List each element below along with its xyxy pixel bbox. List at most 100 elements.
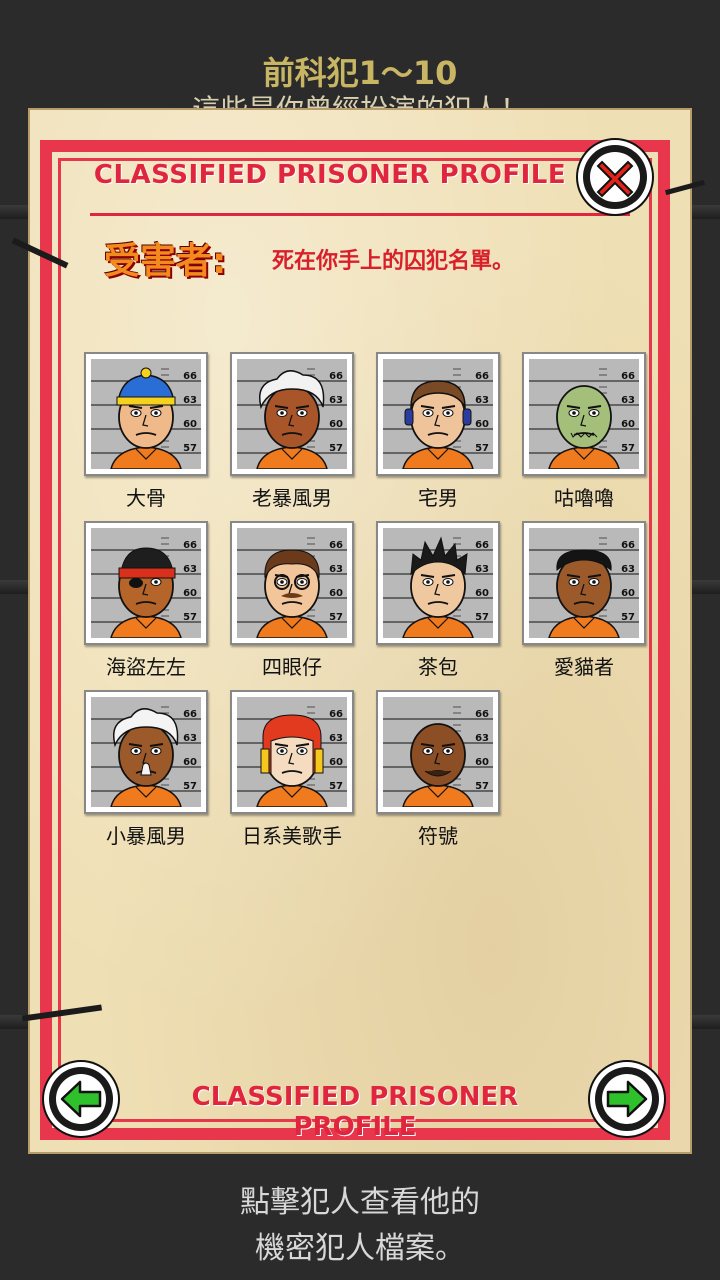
prisoner-card[interactable]: 66 63 60 57 咕嚕嚕 [522, 352, 646, 510]
svg-text:60: 60 [329, 757, 343, 768]
mugshot-portrait: 66 63 60 57 [91, 697, 201, 807]
prisoner-mugshot[interactable]: 66 63 60 57 [522, 521, 646, 645]
prisoner-name: 宅男 [418, 486, 458, 510]
header-divider [90, 213, 630, 216]
prisoner-mugshot[interactable]: 66 63 60 57 [84, 521, 208, 645]
svg-text:63: 63 [329, 733, 343, 744]
svg-text:60: 60 [475, 419, 489, 430]
mugshot-portrait: 66 63 60 57 [237, 528, 347, 638]
page-subtitle: 這些是你曾經扮演的犯人！ [191, 93, 528, 110]
svg-text:66: 66 [183, 709, 197, 720]
prisoner-mugshot[interactable]: 66 63 60 57 [230, 690, 354, 814]
instruction-text: 點擊犯人查看他的 機密犯人檔案。 [0, 1180, 720, 1272]
svg-text:63: 63 [329, 564, 343, 575]
mugshot-portrait: 66 63 60 57 [91, 359, 201, 469]
svg-text:63: 63 [183, 395, 197, 406]
svg-text:60: 60 [183, 757, 197, 768]
svg-text:63: 63 [475, 395, 489, 406]
instruction-line-1: 點擊犯人查看他的 [240, 1185, 480, 1220]
svg-text:57: 57 [475, 443, 489, 454]
close-icon [596, 160, 634, 198]
prisoner-card[interactable]: 66 63 60 57 海盜左左 [84, 521, 208, 679]
svg-text:63: 63 [329, 395, 343, 406]
prisoner-name: 海盜左左 [106, 655, 186, 679]
prisoner-card[interactable]: 66 63 60 57 小暴風男 [84, 690, 208, 848]
mugshot-portrait: 66 63 60 57 [383, 528, 493, 638]
prisoner-mugshot[interactable]: 66 63 60 57 [522, 352, 646, 476]
svg-text:60: 60 [475, 757, 489, 768]
svg-text:60: 60 [183, 588, 197, 599]
prisoner-mugshot[interactable]: 66 63 60 57 [84, 352, 208, 476]
svg-text:63: 63 [621, 395, 635, 406]
svg-text:57: 57 [475, 612, 489, 623]
mugshot-portrait: 66 63 60 57 [529, 359, 639, 469]
prisoner-name: 大骨 [126, 486, 166, 510]
svg-text:66: 66 [329, 709, 343, 720]
panel-bottom-title: CLASSIFIED PRISONER PROFILE [191, 1082, 519, 1142]
prisoner-name: 四眼仔 [262, 655, 322, 679]
svg-text:60: 60 [183, 419, 197, 430]
prisoner-name: 茶包 [418, 655, 458, 679]
svg-text:57: 57 [183, 443, 197, 454]
svg-text:63: 63 [183, 733, 197, 744]
prisoner-card[interactable]: 66 63 60 57 符號 [376, 690, 500, 848]
prisoner-name: 日系美歌手 [242, 824, 342, 848]
prisoner-name: 愛貓者 [554, 655, 614, 679]
prisoner-mugshot[interactable]: 66 63 60 57 [230, 352, 354, 476]
svg-text:66: 66 [183, 371, 197, 382]
prisoner-card[interactable]: 66 63 60 57 老暴風男 [230, 352, 354, 510]
instruction-line-2: 機密犯人檔案。 [255, 1231, 465, 1266]
mugshot-portrait: 66 63 60 57 [237, 697, 347, 807]
svg-text:57: 57 [475, 781, 489, 792]
mugshot-portrait: 66 63 60 57 [383, 697, 493, 807]
svg-text:63: 63 [621, 564, 635, 575]
svg-text:57: 57 [183, 781, 197, 792]
victim-description: 死在你手上的囚犯名單。 [272, 249, 515, 274]
svg-text:66: 66 [183, 540, 197, 551]
prisoner-mugshot[interactable]: 66 63 60 57 [376, 352, 500, 476]
prisoner-card[interactable]: 66 63 60 57 茶包 [376, 521, 500, 679]
prisoner-name: 老暴風男 [252, 486, 332, 510]
svg-text:66: 66 [475, 540, 489, 551]
arrow-right-icon [606, 1080, 648, 1118]
prisoner-mugshot[interactable]: 66 63 60 57 [230, 521, 354, 645]
prisoner-name: 小暴風男 [106, 824, 186, 848]
svg-text:66: 66 [329, 540, 343, 551]
prisoner-mugshot[interactable]: 66 63 60 57 [84, 690, 208, 814]
prisoner-card[interactable]: 66 63 60 57 愛貓者 [522, 521, 646, 679]
close-button[interactable] [578, 140, 652, 214]
prisoner-mugshot[interactable]: 66 63 60 57 [376, 521, 500, 645]
svg-text:60: 60 [621, 419, 635, 430]
victim-label: 受害者: [104, 241, 227, 282]
svg-text:66: 66 [475, 709, 489, 720]
svg-text:63: 63 [475, 733, 489, 744]
mugshot-portrait: 66 63 60 57 [91, 528, 201, 638]
svg-text:57: 57 [621, 443, 635, 454]
svg-text:60: 60 [621, 588, 635, 599]
svg-text:66: 66 [475, 371, 489, 382]
svg-text:57: 57 [329, 781, 343, 792]
svg-text:57: 57 [329, 612, 343, 623]
previous-page-button[interactable] [44, 1062, 118, 1136]
prisoner-card[interactable]: 66 63 60 57 四眼仔 [230, 521, 354, 679]
next-page-button[interactable] [590, 1062, 664, 1136]
arrow-left-icon [60, 1080, 102, 1118]
svg-text:66: 66 [329, 371, 343, 382]
svg-text:57: 57 [621, 612, 635, 623]
mugshot-portrait: 66 63 60 57 [529, 528, 639, 638]
svg-text:63: 63 [183, 564, 197, 575]
svg-text:60: 60 [475, 588, 489, 599]
prisoner-name: 咕嚕嚕 [554, 486, 614, 510]
svg-text:60: 60 [329, 419, 343, 430]
mugshot-portrait: 66 63 60 57 [237, 359, 347, 469]
svg-text:66: 66 [621, 371, 635, 382]
svg-text:66: 66 [621, 540, 635, 551]
panel-top-title: CLASSIFIED PRISONER PROFILE [93, 160, 567, 190]
prisoner-card[interactable]: 66 63 60 57 大骨 [84, 352, 208, 510]
prisoner-card[interactable]: 66 63 60 57 日系美歌手 [230, 690, 354, 848]
svg-text:57: 57 [329, 443, 343, 454]
prisoner-name: 符號 [418, 824, 458, 848]
prisoner-mugshot[interactable]: 66 63 60 57 [376, 690, 500, 814]
prisoner-card[interactable]: 66 63 60 57 宅男 [376, 352, 500, 510]
svg-text:57: 57 [183, 612, 197, 623]
